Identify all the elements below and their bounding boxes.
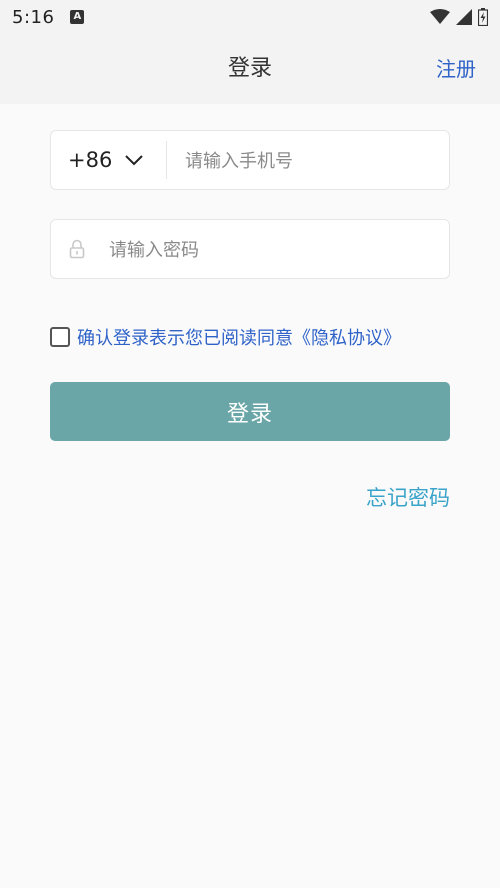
phone-field: +86 xyxy=(50,130,450,191)
status-left: 5:16 A xyxy=(12,6,85,28)
field-divider xyxy=(166,141,167,179)
status-right xyxy=(430,8,488,26)
agreement-checkbox[interactable] xyxy=(50,327,70,347)
country-code-selector[interactable]: +86 xyxy=(51,131,166,189)
password-field xyxy=(50,219,450,280)
login-button[interactable]: 登录 xyxy=(50,382,450,441)
notification-icon: A xyxy=(70,10,85,24)
agreement-text[interactable]: 确认登录表示您已阅读同意《隐私协议》 xyxy=(77,324,401,350)
password-input[interactable] xyxy=(107,220,441,280)
lock-icon xyxy=(69,239,85,259)
phone-input[interactable] xyxy=(183,131,447,191)
country-code-value: +86 xyxy=(68,148,113,172)
forgot-password-link[interactable]: 忘记密码 xyxy=(366,482,450,512)
register-link[interactable]: 注册 xyxy=(436,34,476,104)
battery-icon xyxy=(478,8,488,26)
chevron-down-icon xyxy=(125,155,144,166)
wifi-icon xyxy=(430,9,450,24)
status-time: 5:16 xyxy=(12,6,55,28)
status-bar: 5:16 A xyxy=(0,0,500,34)
agreement-row: 确认登录表示您已阅读同意《隐私协议》 xyxy=(50,325,401,349)
signal-icon xyxy=(456,9,472,25)
nav-bar: 登录 注册 xyxy=(0,34,500,104)
page-title: 登录 xyxy=(227,56,272,81)
